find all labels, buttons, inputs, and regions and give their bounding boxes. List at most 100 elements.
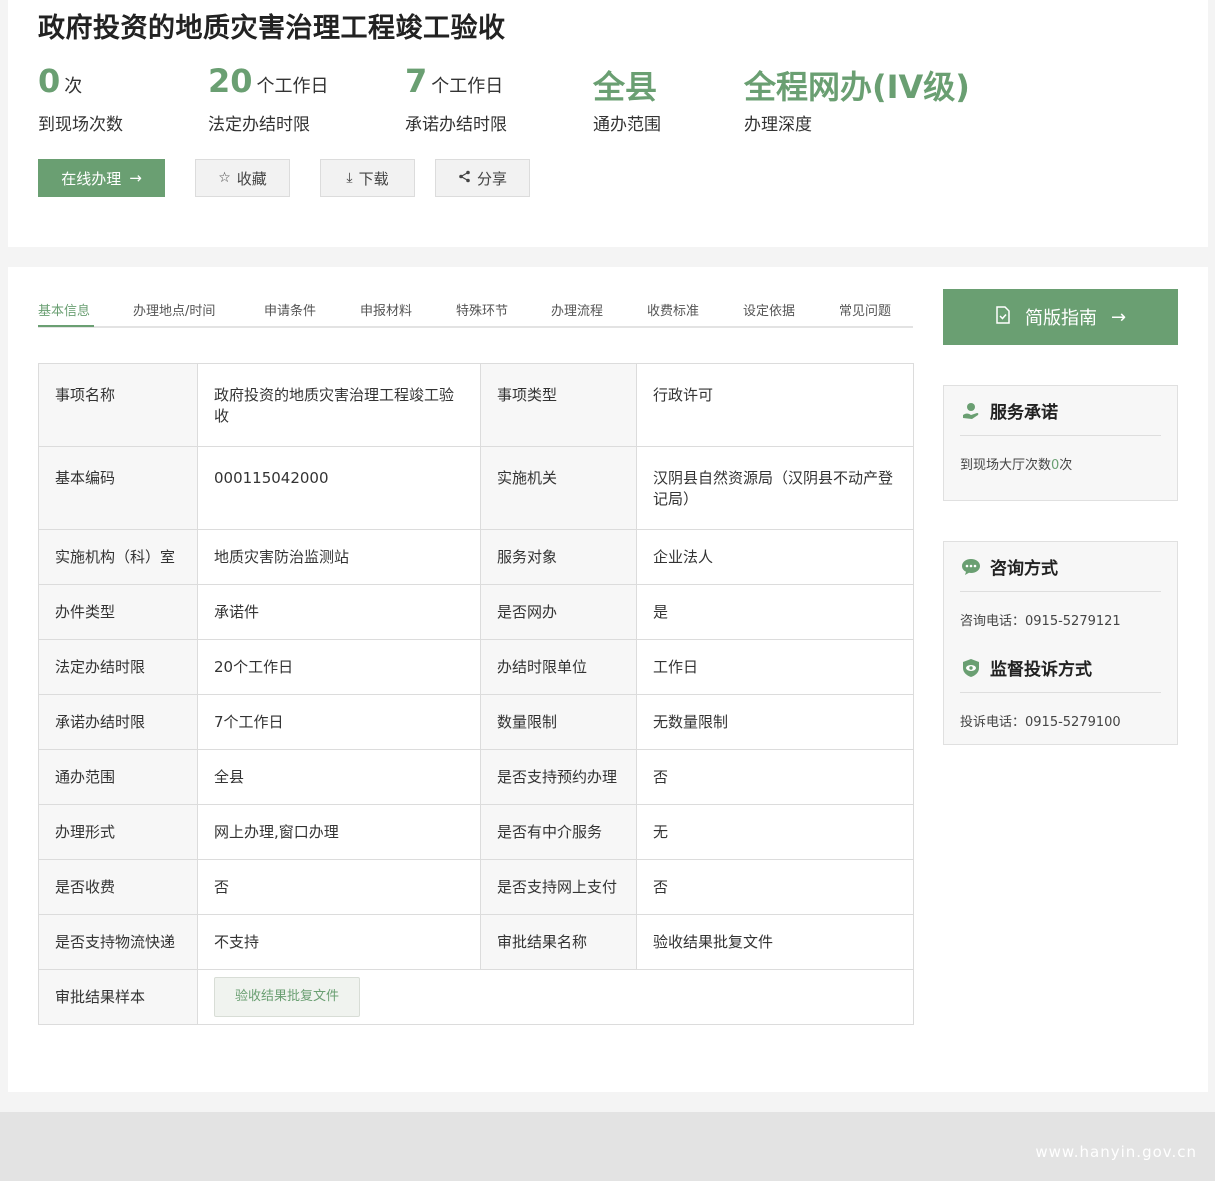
stat-value: 0 xyxy=(38,62,61,100)
field-label: 实施机关 xyxy=(480,446,637,530)
result-sample-button[interactable]: 验收结果批复文件 xyxy=(214,977,361,1017)
contact-box: 咨询方式 咨询电话：0915-5279121 监督投诉方式 投诉电话：0915-… xyxy=(943,541,1178,745)
tab-bar: 基本信息 办理地点/时间 申请条件 申报材料 特殊环节 办理流程 收费标准 设定… xyxy=(38,298,913,328)
share-label: 分享 xyxy=(476,169,507,188)
service-promise-text: 到现场大厅次数0次 xyxy=(960,454,1161,473)
table-row: 办理形式 网上办理,窗口办理 是否有中介服务无 xyxy=(38,804,914,860)
field-value: 无 xyxy=(636,804,914,860)
field-value: 否 xyxy=(197,859,481,915)
field-label: 事项类型 xyxy=(480,363,637,447)
detail-panel: 基本信息 办理地点/时间 申请条件 申报材料 特殊环节 办理流程 收费标准 设定… xyxy=(8,267,1208,1092)
download-label: 下载 xyxy=(358,169,389,188)
basic-info-table: 事项名称 政府投资的地质灾害治理工程竣工验收 事项类型 行政许可 基本编码 0001150… xyxy=(38,363,914,1025)
stat-legal-limit: 20 个工作日 法定办结时限 xyxy=(208,62,329,135)
field-value: 20个工作日 xyxy=(197,639,481,695)
tab-fees[interactable]: 收费标准 xyxy=(647,300,699,319)
active-tab-indicator xyxy=(38,325,94,327)
field-value: 行政许可 xyxy=(636,363,914,447)
tab-conditions[interactable]: 申请条件 xyxy=(264,300,316,319)
field-label: 法定办结时限 xyxy=(38,639,198,695)
tab-materials[interactable]: 申报材料 xyxy=(360,300,412,319)
field-value: 否 xyxy=(636,859,914,915)
tab-special-steps[interactable]: 特殊环节 xyxy=(456,300,508,319)
field-value: 无数量限制 xyxy=(636,694,914,750)
stat-unit: 个工作日 xyxy=(256,76,329,97)
visit-text-suffix: 次 xyxy=(1059,458,1073,473)
service-promise-header: 服务承诺 xyxy=(960,386,1161,436)
table-row: 通办范围 全县 是否支持预约办理否 xyxy=(38,749,914,805)
field-value: 政府投资的地质灾害治理工程竣工验收 xyxy=(197,363,481,447)
field-value: 企业法人 xyxy=(636,529,914,585)
field-label: 服务对象 xyxy=(480,529,637,585)
field-value: 不支持 xyxy=(197,914,481,970)
field-label: 是否支持物流快递 xyxy=(38,914,198,970)
field-label: 审批结果样本 xyxy=(38,969,198,1025)
consult-phone: 咨询电话：0915-5279121 xyxy=(960,614,1121,629)
field-value: 是 xyxy=(636,584,914,640)
complaint-header: 监督投诉方式 xyxy=(960,643,1161,693)
download-button[interactable]: ⤓ 下载 xyxy=(320,159,415,197)
table-row: 承诺办结时限 7个工作日 数量限制 无数量限制 xyxy=(38,694,914,750)
complaint-phone: 投诉电话：0915-5279100 xyxy=(960,715,1121,730)
stat-label: 到现场次数 xyxy=(38,115,123,135)
field-label: 办件类型 xyxy=(38,584,198,640)
field-value: 验收结果批复文件 xyxy=(197,969,914,1025)
page-title: 政府投资的地质灾害治理工程竣工验收 xyxy=(38,13,506,44)
favorite-label: 收藏 xyxy=(236,169,267,188)
field-label: 是否网办 xyxy=(480,584,637,640)
star-icon: ☆ xyxy=(218,170,231,186)
simple-guide-label: 简版指南 xyxy=(1024,308,1097,329)
field-label: 事项名称 xyxy=(38,363,198,447)
arrow-right-icon: → xyxy=(129,169,142,187)
stat-visits: 0次 到现场次数 xyxy=(38,62,123,135)
online-apply-button[interactable]: 在线办理 → xyxy=(38,159,165,197)
field-label: 是否支持网上支付 xyxy=(480,859,637,915)
field-label: 办结时限单位 xyxy=(480,639,637,695)
field-value: 汉阴县自然资源局（汉阴县不动产登记局） xyxy=(636,446,914,530)
field-label: 通办范围 xyxy=(38,749,198,805)
table-row: 办件类型 承诺件 是否网办是 xyxy=(38,584,914,640)
hand-heart-icon xyxy=(960,400,982,422)
complaint-title: 监督投诉方式 xyxy=(990,660,1092,680)
tab-basic-info[interactable]: 基本信息 xyxy=(38,300,90,319)
service-promise-box: 服务承诺 到现场大厅次数0次 xyxy=(943,385,1178,501)
field-value: 工作日 xyxy=(636,639,914,695)
simple-guide-button[interactable]: 简版指南 → xyxy=(943,289,1178,345)
stat-value: 7 xyxy=(405,62,428,100)
field-label: 承诺办结时限 xyxy=(38,694,198,750)
stat-unit: 次 xyxy=(64,76,83,97)
eye-shield-icon xyxy=(960,657,982,679)
field-label: 数量限制 xyxy=(480,694,637,750)
table-row: 审批结果样本 验收结果批复文件 xyxy=(38,969,914,1025)
field-label: 基本编码 xyxy=(38,446,198,530)
table-row: 事项名称 政府投资的地质灾害治理工程竣工验收 事项类型 行政许可 xyxy=(38,363,914,447)
field-label: 审批结果名称 xyxy=(480,914,637,970)
field-label: 办理形式 xyxy=(38,804,198,860)
tab-process[interactable]: 办理流程 xyxy=(551,300,603,319)
footer-url: www.hanyin.gov.cn xyxy=(1035,1143,1197,1161)
stat-label: 承诺办结时限 xyxy=(405,115,507,135)
share-button[interactable]: 分享 xyxy=(435,159,530,197)
document-icon xyxy=(995,305,1011,329)
stat-label: 通办范围 xyxy=(593,115,661,135)
field-value: 承诺件 xyxy=(197,584,481,640)
tab-location-time[interactable]: 办理地点/时间 xyxy=(133,300,215,319)
stat-promised-limit: 7 个工作日 承诺办结时限 xyxy=(405,62,507,135)
online-apply-label: 在线办理 xyxy=(61,169,122,188)
stat-depth: 全程网办(IV级) 办理深度 xyxy=(744,62,970,135)
field-value: 全县 xyxy=(197,749,481,805)
field-label: 实施机构（科）室 xyxy=(38,529,198,585)
tab-faq[interactable]: 常见问题 xyxy=(839,300,891,319)
field-value: 000115042000 xyxy=(197,446,481,530)
summary-panel: 政府投资的地质灾害治理工程竣工验收 0次 到现场次数 20 个工作日 法定办结时限… xyxy=(8,0,1208,247)
stat-value: 20 xyxy=(208,62,253,100)
arrow-right-icon: → xyxy=(1110,306,1127,328)
table-row: 是否收费否是否支持网上支付否 xyxy=(38,859,914,915)
consult-header: 咨询方式 xyxy=(960,542,1161,592)
share-icon xyxy=(458,170,471,187)
tab-legal-basis[interactable]: 设定依据 xyxy=(743,300,795,319)
table-row: 基本编码 000115042000 实施机关 汉阴县自然资源局（汉阴县不动产登记局） xyxy=(38,446,914,530)
favorite-button[interactable]: ☆ 收藏 xyxy=(195,159,290,197)
field-label: 是否有中介服务 xyxy=(480,804,637,860)
field-value: 7个工作日 xyxy=(197,694,481,750)
